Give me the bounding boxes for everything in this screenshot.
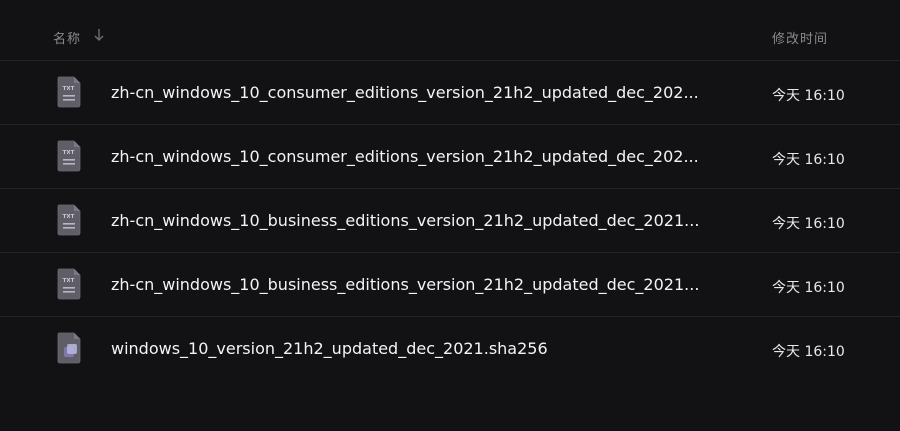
svg-text:TXT: TXT — [63, 86, 75, 92]
file-modified-date: 今天 16:10 — [772, 280, 845, 296]
file-name: zh-cn_windows_10_business_editions_versi… — [111, 211, 700, 230]
file-row[interactable]: TXT zh-cn_windows_10_business_editions_v… — [0, 189, 900, 253]
file-row[interactable]: TXT zh-cn_windows_10_consumer_editions_v… — [0, 61, 900, 125]
file-name: zh-cn_windows_10_consumer_editions_versi… — [111, 83, 699, 102]
file-modified-date: 今天 16:10 — [772, 88, 845, 104]
list-header: 名称 修改时间 — [0, 0, 900, 61]
txt-file-icon: TXT — [57, 76, 81, 108]
svg-text:TXT: TXT — [63, 150, 75, 156]
file-row[interactable]: windows_10_version_21h2_updated_dec_2021… — [0, 317, 900, 380]
file-row[interactable]: TXT zh-cn_windows_10_business_editions_v… — [0, 253, 900, 317]
file-name: zh-cn_windows_10_business_editions_versi… — [111, 275, 700, 294]
file-modified-date: 今天 16:10 — [772, 152, 845, 168]
file-name: windows_10_version_21h2_updated_dec_2021… — [111, 339, 548, 358]
file-browser: 名称 修改时间 TXT zh-cn_windows_10_consumer_ed… — [0, 0, 900, 431]
txt-file-icon: TXT — [57, 268, 81, 300]
column-header-modified[interactable]: 修改时间 — [772, 28, 828, 47]
file-name: zh-cn_windows_10_consumer_editions_versi… — [111, 147, 699, 166]
svg-text:TXT: TXT — [63, 214, 75, 220]
file-row[interactable]: TXT zh-cn_windows_10_consumer_editions_v… — [0, 125, 900, 189]
txt-file-icon: TXT — [57, 204, 81, 236]
file-list: TXT zh-cn_windows_10_consumer_editions_v… — [0, 61, 900, 380]
file-modified-date: 今天 16:10 — [772, 344, 845, 360]
generic-file-icon — [57, 332, 81, 364]
txt-file-icon: TXT — [57, 140, 81, 172]
column-header-name[interactable]: 名称 — [53, 28, 81, 47]
svg-text:TXT: TXT — [63, 278, 75, 284]
arrow-down-icon[interactable] — [92, 27, 106, 43]
file-modified-date: 今天 16:10 — [772, 216, 845, 232]
